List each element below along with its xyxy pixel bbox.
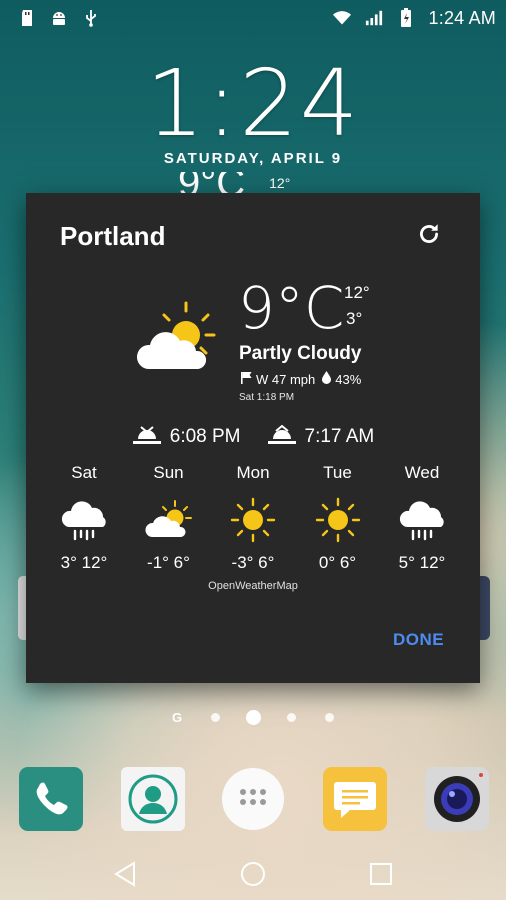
rain-icon [59,497,109,543]
phone-app[interactable] [18,766,84,832]
forecast-day-name: Tue [323,463,352,482]
page-dot[interactable] [286,713,296,722]
sun-icon [228,497,278,543]
sunrise-time: 7:17 AM [304,426,375,447]
humidity-value: 43% [335,371,362,387]
page-dot[interactable] [210,713,220,722]
sun-icon [313,497,363,543]
back-icon[interactable] [107,856,143,892]
page-indicator: G [0,710,506,725]
battery-charging-icon [397,8,415,27]
forecast-day-temps: 5° 12° [398,553,446,572]
partly-cloudy-icon [134,301,220,381]
wind-flag-icon [240,371,253,387]
forecast-day-temps: -3° 6° [231,553,275,572]
clock-widget-weather: 9°C 12° [178,172,378,194]
phone-icon [19,767,83,831]
camera-app[interactable] [424,766,490,832]
weather-dialog: Portland 9°C 12° 3° Partly Cloudy W 47 m… [26,193,480,683]
messaging-app[interactable] [322,766,388,832]
refresh-icon[interactable] [414,219,444,249]
forecast-row: Sat 3° 12° Sun -1° 6° Mon -3° 6° Tue 0° … [42,463,464,573]
wind-value: W 47 mph [256,371,316,387]
forecast-day: Sat 3° 12° [42,463,126,573]
forecast-day-name: Wed [404,463,440,482]
app-drawer[interactable] [220,766,286,832]
city-name: Portland [60,221,166,251]
page-dot-active[interactable] [245,710,261,725]
sunset-time: 6:08 PM [169,426,241,447]
sun-times: 6:08 PM 7:17 AM [26,421,480,453]
current-meta: W 47 mph 43% [240,371,361,387]
clock-widget-time[interactable]: 1:24 [0,54,506,154]
current-condition: Partly Cloudy [239,343,362,364]
current-temperature: 9°C [238,274,345,342]
current-high: 12° [344,283,370,302]
android-icon [50,9,68,27]
navigation-bar [0,848,506,900]
sd-card-icon [18,9,36,27]
forecast-day: Sun -1° 6° [127,463,211,573]
forecast-day: Wed 5° 12° [380,463,464,573]
camera-icon [425,767,489,831]
partly-cloudy-icon [144,497,194,543]
app-drawer-icon [222,768,284,830]
current-low: 3° [346,309,363,328]
clock-widget-temp: 9°C [178,172,246,194]
forecast-day-name: Mon [236,463,270,482]
google-page-indicator[interactable]: G [172,710,182,725]
forecast-day-temps: 3° 12° [60,553,108,572]
rain-icon [397,497,447,543]
home-icon[interactable] [235,856,271,892]
signal-icon [365,9,383,27]
sunset-icon [132,421,162,453]
forecast-day: Mon -3° 6° [211,463,295,573]
contacts-icon [121,767,185,831]
forecast-day-name: Sun [153,463,184,482]
clock-widget-hi: 12° [269,175,291,191]
clock-widget-date: SATURDAY, APRIL 9 [163,150,343,167]
done-button[interactable]: DONE [393,630,444,650]
updated-time: Sat 1:18 PM [239,392,295,403]
forecast-day: Tue 0° 6° [296,463,380,573]
forecast-day-temps: 0° 6° [318,553,357,572]
forecast-day-name: Sat [71,463,97,482]
forecast-day-temps: -1° 6° [147,553,190,572]
recents-icon[interactable] [363,856,399,892]
sunrise-icon [267,421,297,453]
wifi-icon [332,9,351,27]
page-dot[interactable] [324,713,334,722]
provider-label[interactable]: OpenWeatherMap [26,580,480,592]
status-bar: 1:24 AM [0,0,506,36]
humidity-drop-icon [321,371,332,387]
messaging-icon [323,767,387,831]
status-time: 1:24 AM [428,7,496,28]
usb-icon [82,9,100,27]
contacts-app[interactable] [120,766,186,832]
app-dock [0,766,506,832]
